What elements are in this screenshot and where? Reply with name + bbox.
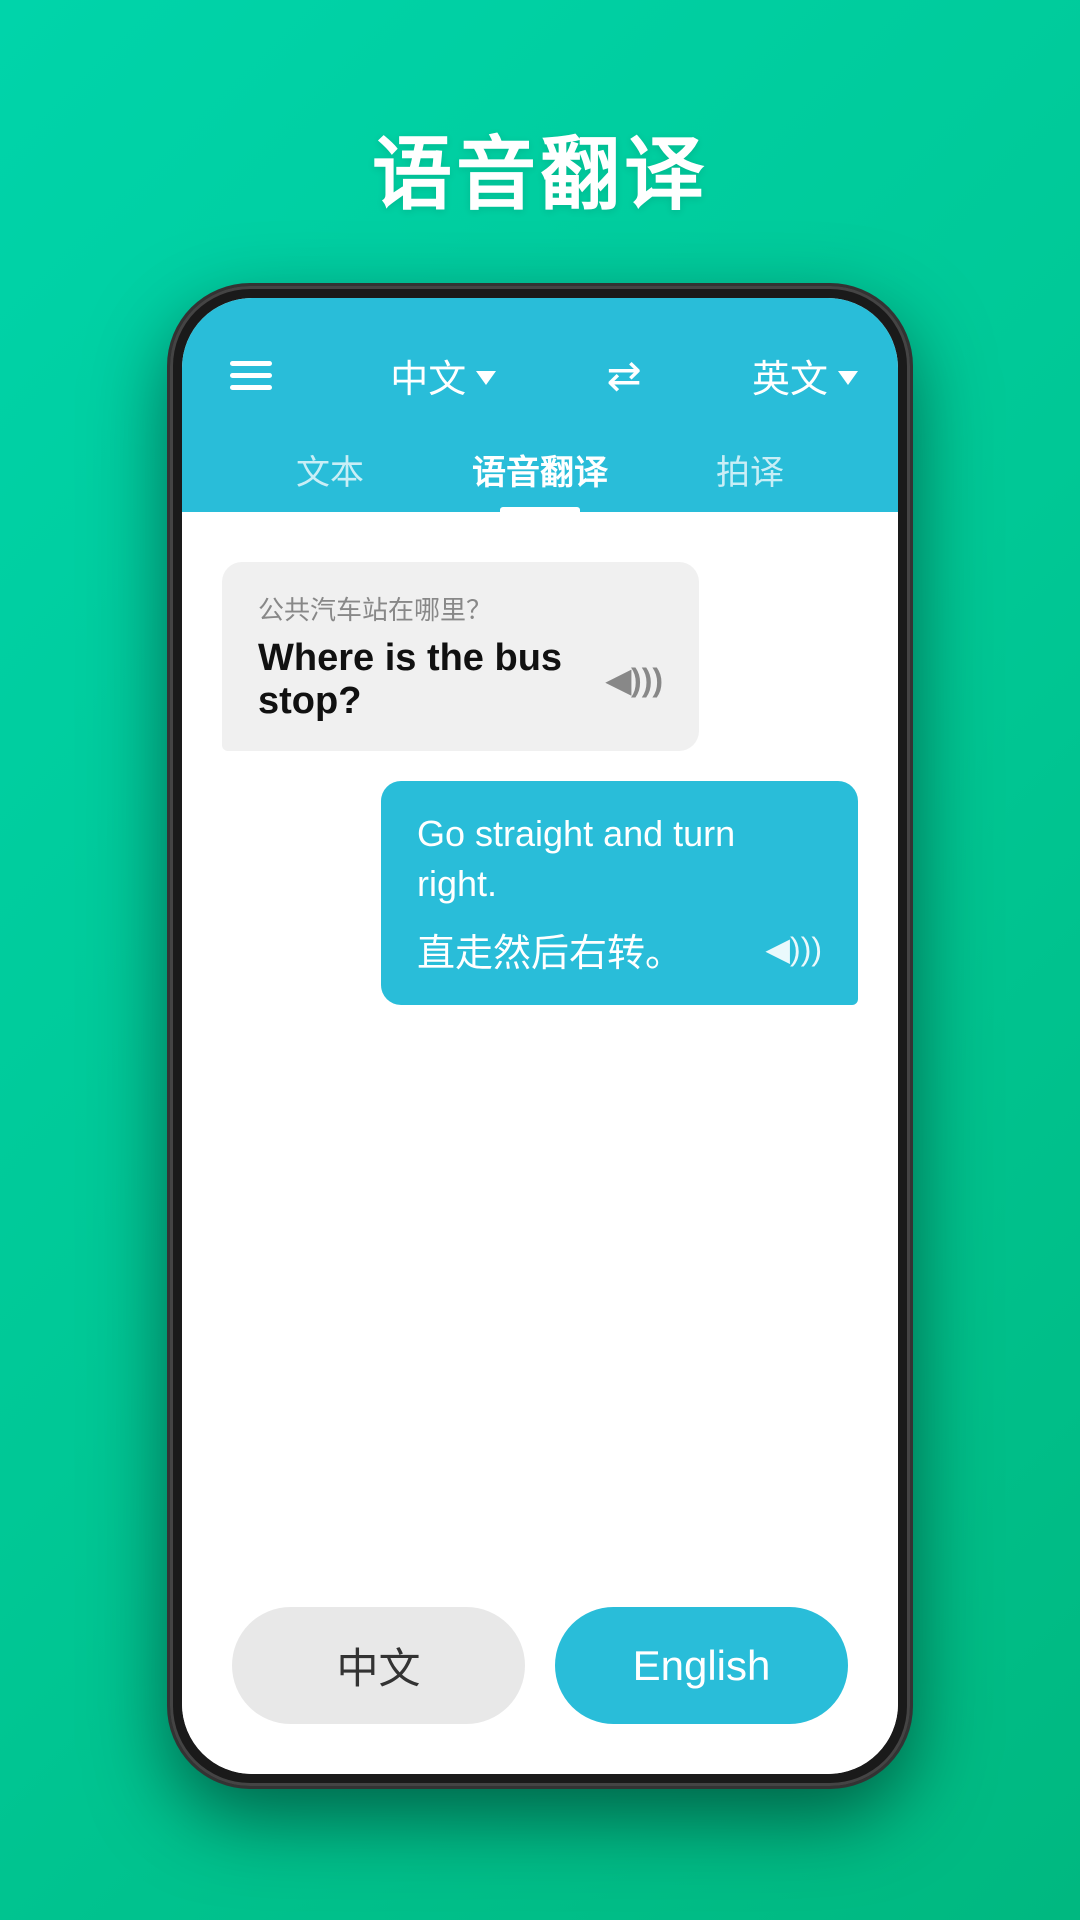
english-mic-button[interactable]: English xyxy=(555,1607,848,1724)
tabs-row: 文本 语音翻译 拍译 xyxy=(222,427,858,512)
chinese-mic-button[interactable]: 中文 xyxy=(232,1607,525,1724)
content-area: 公共汽车站在哪里？ Where is the bus stop? ◀))) Go… xyxy=(182,512,898,1577)
tab-photo[interactable]: 拍译 xyxy=(686,427,814,512)
tab-voice-label: 语音翻译 xyxy=(472,454,608,492)
menu-line-2 xyxy=(230,373,272,378)
bubble-left-main-text: Where is the bus stop? ◀))) xyxy=(258,637,663,723)
tab-voice[interactable]: 语音翻译 xyxy=(442,427,638,512)
swap-languages-button[interactable]: ⇄ xyxy=(607,351,642,400)
bubble-right-text-content: 直走然后右转。 xyxy=(417,922,683,977)
tab-photo-label: 拍译 xyxy=(716,454,784,492)
menu-button[interactable] xyxy=(222,353,280,398)
message-bubble-left: 公共汽车站在哪里？ Where is the bus stop? ◀))) xyxy=(222,562,699,751)
bubble-left-sub-text: 公共汽车站在哪里？ xyxy=(258,590,663,627)
menu-line-1 xyxy=(230,361,272,366)
page-title: 语音翻译 xyxy=(372,110,708,226)
target-lang-chevron-icon xyxy=(838,371,858,385)
tab-text-label: 文本 xyxy=(296,454,364,492)
tab-text[interactable]: 文本 xyxy=(266,427,394,512)
menu-line-3 xyxy=(230,385,272,390)
bubble-left-sound-icon[interactable]: ◀))) xyxy=(606,661,663,699)
target-lang-label: 英文 xyxy=(752,348,828,403)
source-lang-chevron-icon xyxy=(476,371,496,385)
source-lang-label: 中文 xyxy=(390,348,466,403)
bubble-right-main-text: Go straight and turn right. xyxy=(417,809,822,910)
target-lang-selector[interactable]: 英文 xyxy=(752,348,858,403)
bubble-right-sound-icon[interactable]: ◀))) xyxy=(765,930,822,968)
bubble-right-sub-text: 直走然后右转。 ◀))) xyxy=(417,922,822,977)
top-bar: 中文 ⇄ 英文 文本 语音翻译 拍译 xyxy=(182,298,898,512)
bubble-left-text-content: Where is the bus stop? xyxy=(258,637,592,723)
phone-screen: 中文 ⇄ 英文 文本 语音翻译 拍译 xyxy=(182,298,898,1774)
bottom-bar: 中文 English xyxy=(182,1577,898,1774)
phone-wrapper: 中文 ⇄ 英文 文本 语音翻译 拍译 xyxy=(170,286,910,1786)
source-lang-selector[interactable]: 中文 xyxy=(390,348,496,403)
top-bar-row: 中文 ⇄ 英文 xyxy=(222,348,858,427)
message-bubble-right: Go straight and turn right. 直走然后右转。 ◀))) xyxy=(381,781,858,1005)
